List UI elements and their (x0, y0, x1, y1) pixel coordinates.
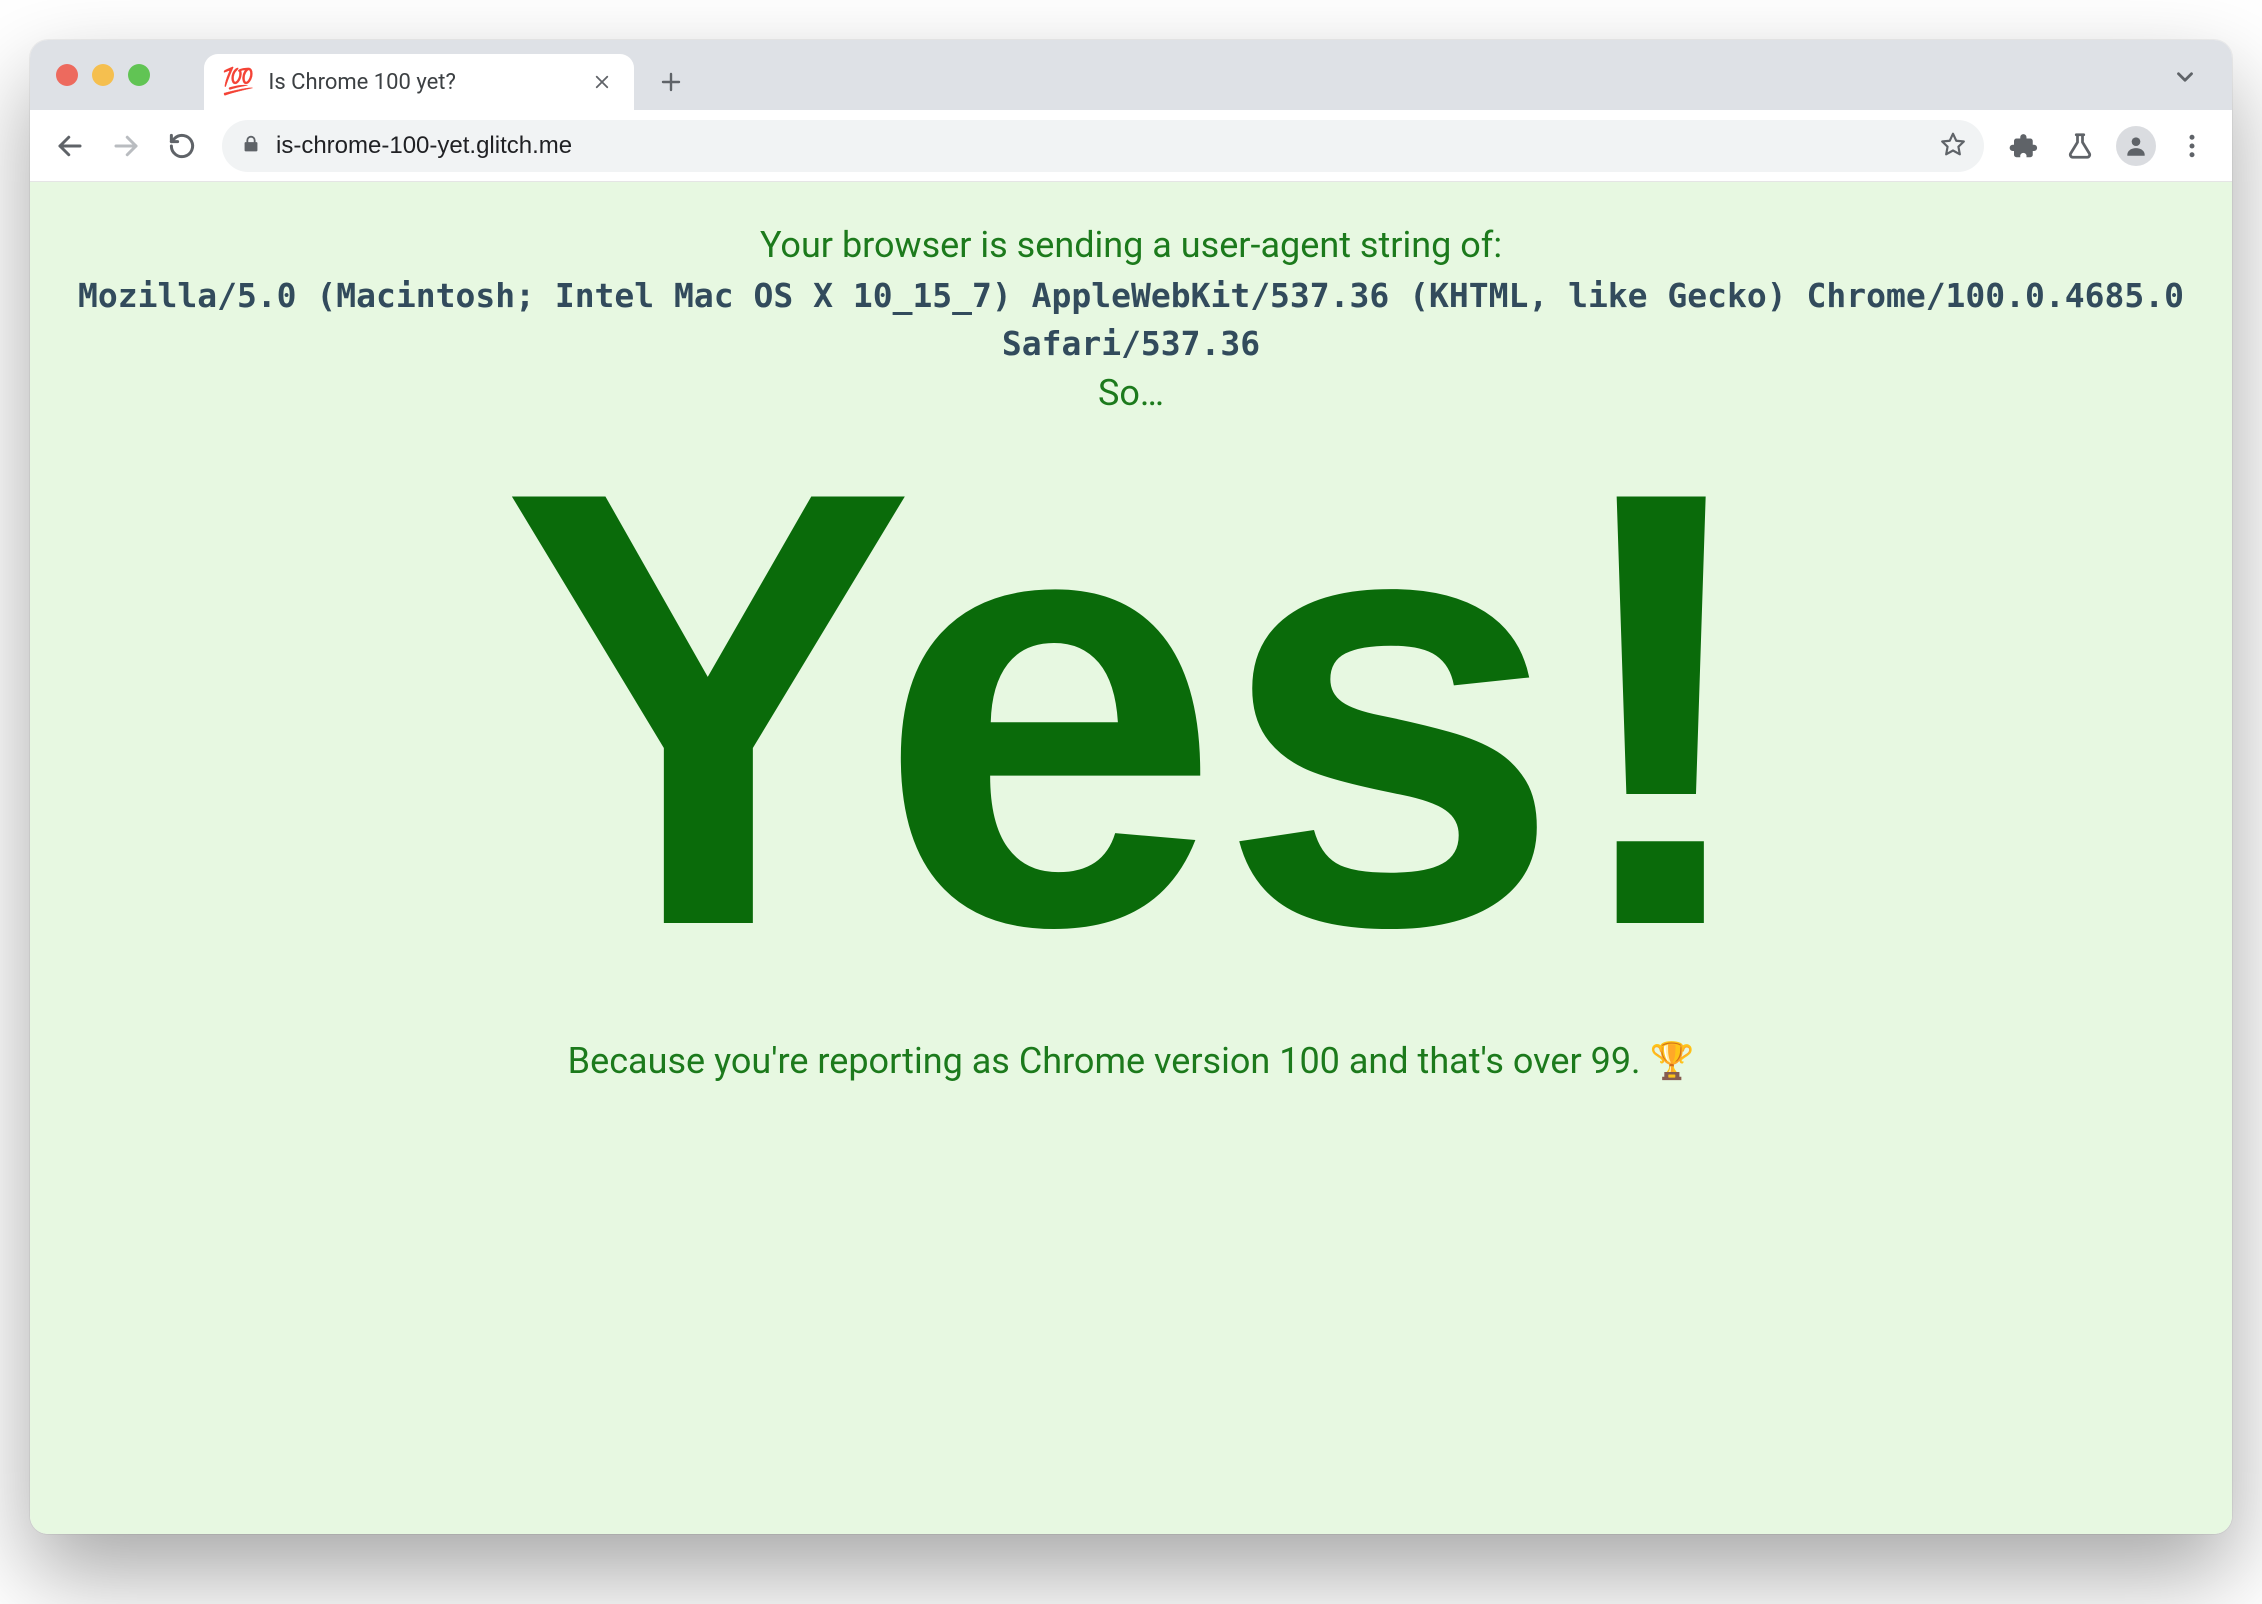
page-content: Your browser is sending a user-agent str… (30, 182, 2232, 1534)
tab-title: Is Chrome 100 yet? (268, 70, 574, 95)
menu-button[interactable] (2168, 122, 2216, 170)
bookmark-button[interactable] (1940, 131, 1966, 161)
reload-icon (167, 131, 197, 161)
extensions-button[interactable] (2000, 122, 2048, 170)
lock-icon-svg (240, 133, 262, 155)
labs-button[interactable] (2056, 122, 2104, 170)
reload-button[interactable] (158, 122, 206, 170)
intro-text: Your browser is sending a user-agent str… (760, 224, 1502, 266)
puzzle-icon (2009, 131, 2039, 161)
tab-search-button[interactable] (2162, 54, 2208, 100)
because-text: Because you're reporting as Chrome versi… (568, 1040, 1695, 1082)
back-button[interactable] (46, 122, 94, 170)
forward-button[interactable] (102, 122, 150, 170)
toolbar (30, 110, 2232, 182)
url-input[interactable] (276, 132, 1926, 160)
window-controls (56, 64, 150, 86)
maximize-window-button[interactable] (128, 64, 150, 86)
address-bar[interactable] (222, 120, 1984, 172)
lock-icon[interactable] (240, 133, 262, 159)
new-tab-button[interactable] (648, 59, 694, 105)
close-window-button[interactable] (56, 64, 78, 86)
star-icon (1940, 131, 1966, 157)
user-agent-text: Mozilla/5.0 (Macintosh; Intel Mac OS X 1… (70, 272, 2192, 368)
kebab-icon (2177, 131, 2207, 161)
browser-window: 💯 Is Chrome 100 yet? (30, 40, 2232, 1534)
close-tab-button[interactable] (588, 68, 616, 96)
arrow-right-icon (111, 131, 141, 161)
tab-strip: 💯 Is Chrome 100 yet? (30, 40, 2232, 110)
chevron-down-icon (2172, 64, 2198, 90)
avatar (2116, 126, 2156, 166)
arrow-left-icon (55, 131, 85, 161)
flask-icon (2065, 131, 2095, 161)
minimize-window-button[interactable] (92, 64, 114, 86)
person-icon (2123, 133, 2149, 159)
profile-button[interactable] (2112, 122, 2160, 170)
tab-favicon-100-icon: 💯 (222, 69, 254, 95)
browser-tab[interactable]: 💯 Is Chrome 100 yet? (204, 54, 634, 110)
headline-text: Yes! (501, 424, 1760, 994)
plus-icon (659, 70, 683, 94)
x-icon (593, 73, 611, 91)
